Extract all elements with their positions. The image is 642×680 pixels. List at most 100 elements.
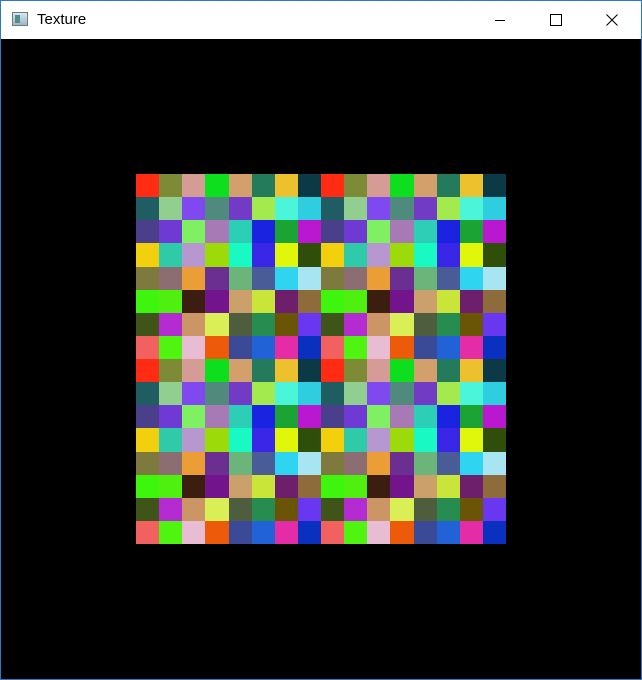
texel bbox=[274, 174, 298, 198]
texel bbox=[459, 405, 483, 429]
texel bbox=[367, 220, 391, 244]
texel bbox=[459, 451, 483, 475]
texel bbox=[390, 497, 414, 521]
textured-quad bbox=[136, 174, 506, 544]
texel bbox=[274, 359, 298, 383]
texel bbox=[205, 451, 229, 475]
minimize-button[interactable] bbox=[477, 1, 523, 39]
texel bbox=[436, 174, 460, 198]
texel bbox=[344, 405, 368, 429]
texel bbox=[390, 335, 414, 359]
texel bbox=[390, 289, 414, 313]
texel bbox=[459, 520, 483, 544]
texel bbox=[136, 405, 160, 429]
texel bbox=[459, 197, 483, 221]
texel bbox=[136, 497, 160, 521]
texel bbox=[367, 289, 391, 313]
texel bbox=[251, 474, 275, 498]
texel bbox=[251, 497, 275, 521]
texel bbox=[205, 197, 229, 221]
texel bbox=[228, 197, 252, 221]
texel bbox=[344, 220, 368, 244]
texel bbox=[321, 382, 345, 406]
texel bbox=[297, 405, 321, 429]
texel bbox=[251, 405, 275, 429]
application-window-icon[interactable] bbox=[12, 12, 28, 26]
texel bbox=[459, 359, 483, 383]
close-button[interactable] bbox=[589, 1, 635, 39]
texel bbox=[344, 335, 368, 359]
texel bbox=[413, 335, 437, 359]
texel bbox=[274, 451, 298, 475]
texel bbox=[228, 382, 252, 406]
texel bbox=[182, 174, 206, 198]
texel bbox=[297, 428, 321, 452]
texel bbox=[344, 428, 368, 452]
texel bbox=[182, 451, 206, 475]
texel bbox=[274, 405, 298, 429]
texel bbox=[182, 197, 206, 221]
texel bbox=[159, 174, 183, 198]
texel bbox=[297, 335, 321, 359]
texel bbox=[321, 428, 345, 452]
texel bbox=[228, 174, 252, 198]
texel bbox=[390, 474, 414, 498]
texel bbox=[205, 359, 229, 383]
texel bbox=[205, 335, 229, 359]
texel bbox=[205, 289, 229, 313]
texel bbox=[482, 243, 506, 267]
texel bbox=[136, 289, 160, 313]
texel bbox=[228, 335, 252, 359]
texel bbox=[297, 382, 321, 406]
texel bbox=[159, 520, 183, 544]
texel bbox=[344, 474, 368, 498]
texel bbox=[436, 405, 460, 429]
texel bbox=[436, 289, 460, 313]
texel bbox=[205, 520, 229, 544]
texel bbox=[182, 220, 206, 244]
texel bbox=[459, 243, 483, 267]
texel bbox=[136, 220, 160, 244]
texel bbox=[482, 312, 506, 336]
texel bbox=[459, 289, 483, 313]
maximize-button[interactable] bbox=[533, 1, 579, 39]
texel bbox=[297, 359, 321, 383]
texel bbox=[482, 359, 506, 383]
texel bbox=[482, 497, 506, 521]
texel bbox=[136, 174, 160, 198]
texel bbox=[136, 243, 160, 267]
texel bbox=[228, 497, 252, 521]
texel bbox=[182, 474, 206, 498]
texel bbox=[321, 335, 345, 359]
render-viewport[interactable] bbox=[1, 39, 641, 679]
texel bbox=[228, 520, 252, 544]
texel bbox=[413, 220, 437, 244]
texel bbox=[436, 451, 460, 475]
texel bbox=[459, 497, 483, 521]
texel bbox=[321, 497, 345, 521]
texel bbox=[413, 474, 437, 498]
texel bbox=[297, 312, 321, 336]
texel bbox=[436, 335, 460, 359]
texel bbox=[205, 220, 229, 244]
texel bbox=[367, 174, 391, 198]
texel bbox=[413, 520, 437, 544]
texel bbox=[482, 382, 506, 406]
texel bbox=[367, 335, 391, 359]
texel bbox=[251, 266, 275, 290]
texel bbox=[182, 520, 206, 544]
texel bbox=[390, 243, 414, 267]
texel bbox=[436, 243, 460, 267]
texel bbox=[159, 289, 183, 313]
texel bbox=[321, 220, 345, 244]
texel bbox=[459, 174, 483, 198]
title-bar[interactable]: Texture bbox=[1, 1, 641, 39]
texel bbox=[436, 520, 460, 544]
texel bbox=[182, 266, 206, 290]
texel bbox=[390, 220, 414, 244]
texel bbox=[136, 382, 160, 406]
texel bbox=[159, 359, 183, 383]
texel bbox=[274, 197, 298, 221]
texel bbox=[274, 474, 298, 498]
texel bbox=[482, 428, 506, 452]
